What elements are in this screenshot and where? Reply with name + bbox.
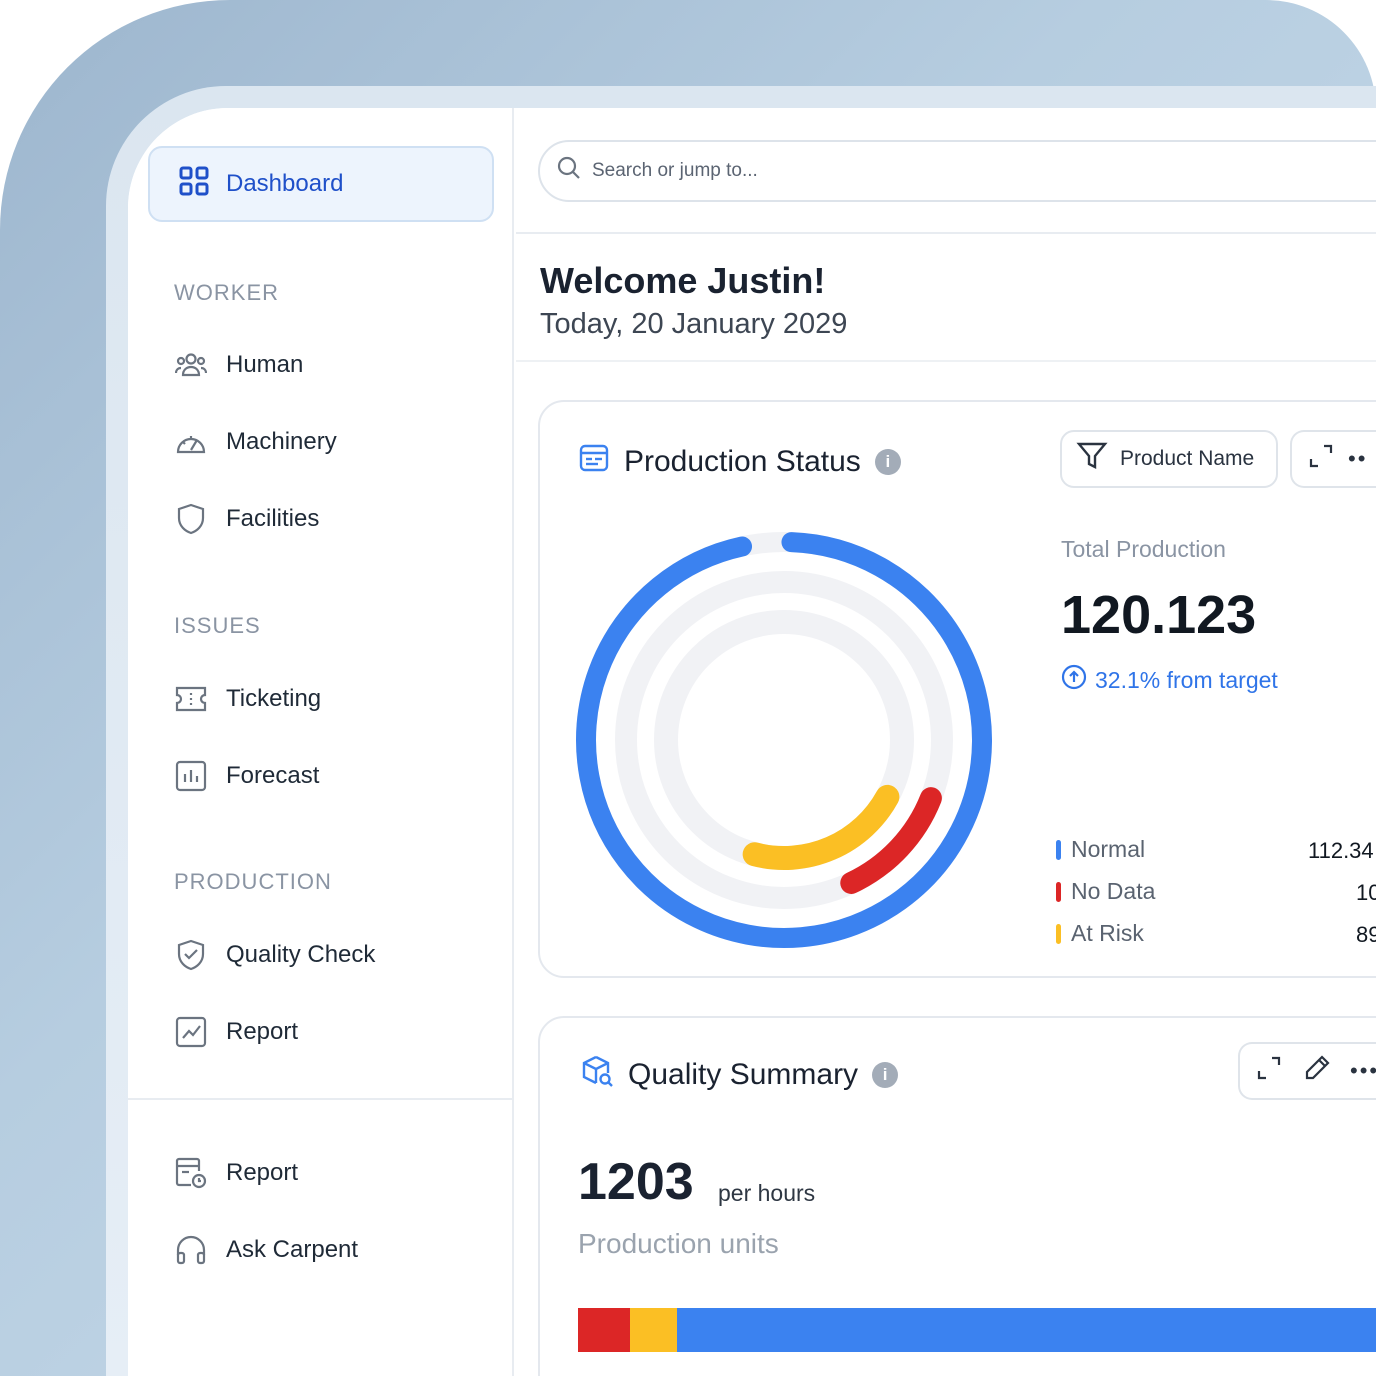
legend-value: 112.34 xyxy=(1308,838,1374,863)
sidebar-item-facilities[interactable]: Facilities xyxy=(174,502,319,536)
bar-segment-normal[interactable] xyxy=(676,1308,1376,1352)
shield-check-icon xyxy=(174,938,208,972)
quality-value: 1203 xyxy=(578,1153,694,1211)
sidebar-item-label: Quality Check xyxy=(226,941,376,968)
sidebar-item-forecast[interactable]: Forecast xyxy=(174,759,319,793)
sidebar-divider xyxy=(128,1098,514,1100)
legend-swatch xyxy=(1056,881,1061,902)
dashboard-label: Dashboard xyxy=(226,170,344,197)
ticket-icon xyxy=(174,682,208,716)
line-chart-icon xyxy=(174,1015,208,1049)
section-divider xyxy=(516,360,1376,362)
production-units-stacked-bar xyxy=(578,1308,1376,1352)
sidebar-footer-ask-carpent[interactable]: Ask Carpent xyxy=(174,1233,358,1267)
app-window: Dashboard WORKER Human Machinery Facilit… xyxy=(128,108,1376,1376)
sidebar-item-label: Ask Carpent xyxy=(226,1236,359,1263)
sidebar-item-human[interactable]: Human xyxy=(174,348,303,382)
ring-arc-at-risk[interactable] xyxy=(742,784,900,870)
legend-label: Normal xyxy=(1071,836,1146,862)
people-icon xyxy=(174,348,208,382)
sidebar-item-report[interactable]: Report xyxy=(174,1015,298,1049)
card-title: Production Status xyxy=(624,445,861,478)
card-header: Quality Summary i xyxy=(580,1054,899,1096)
quality-summary-card: Quality Summary i ••• 1203 per hours xyxy=(538,1016,1376,1376)
legend-label: No Data xyxy=(1071,878,1156,904)
legend-item-normal: Normal xyxy=(1056,836,1145,863)
legend-value: 89 xyxy=(1356,922,1376,947)
legend-item-no-data: No Data xyxy=(1056,878,1155,905)
trend-text: 32.1% from target xyxy=(1095,666,1278,693)
total-production-label: Total Production xyxy=(1061,536,1226,562)
quality-unit: per hours xyxy=(718,1180,816,1206)
filter-icon xyxy=(1076,441,1108,477)
card-actions: •• xyxy=(1290,430,1376,488)
expand-icon[interactable] xyxy=(1254,1053,1284,1089)
section-label-worker: WORKER xyxy=(174,280,279,305)
headphones-icon xyxy=(174,1233,208,1267)
expand-icon[interactable] xyxy=(1306,441,1336,477)
page-title: Welcome Justin! xyxy=(540,260,826,301)
report-clock-icon xyxy=(174,1156,208,1190)
info-icon[interactable]: i xyxy=(874,449,901,475)
sidebar-item-dashboard[interactable]: Dashboard xyxy=(148,146,494,222)
legend-swatch xyxy=(1056,923,1061,944)
ring-arc-normal[interactable] xyxy=(576,532,992,948)
sidebar-item-label: Report xyxy=(226,1159,299,1186)
dashboard-grid-icon xyxy=(178,165,210,204)
product-name-filter-button[interactable]: Product Name xyxy=(1060,430,1278,488)
sidebar-item-label: Report xyxy=(226,1018,299,1045)
card-header: Production Status i xyxy=(578,442,901,482)
box-search-icon xyxy=(580,1054,614,1096)
sidebar-footer-report[interactable]: Report xyxy=(174,1156,298,1190)
calendar-card-icon xyxy=(578,442,610,482)
header-divider xyxy=(516,232,1376,234)
card-actions: ••• xyxy=(1238,1042,1376,1100)
production-status-card: Production Status i Product Name •• Tota… xyxy=(538,400,1376,978)
card-title: Quality Summary xyxy=(628,1058,859,1091)
shield-icon xyxy=(174,502,208,536)
quality-label: Production units xyxy=(578,1228,779,1259)
section-label-issues: ISSUES xyxy=(174,613,261,638)
more-options-icon[interactable]: ••• xyxy=(1350,1058,1376,1084)
legend-value: 10 xyxy=(1356,880,1376,905)
trend-indicator: 32.1% from target xyxy=(1061,664,1278,696)
gauge-icon xyxy=(174,425,208,459)
main-content: Search or jump to... Welcome Justin! Tod… xyxy=(516,108,1376,1376)
search-input[interactable]: Search or jump to... xyxy=(592,160,758,182)
info-icon[interactable]: i xyxy=(872,1062,899,1088)
section-label-production: PRODUCTION xyxy=(174,869,332,894)
bar-chart-icon xyxy=(174,759,208,793)
sidebar-item-label: Facilities xyxy=(226,505,320,532)
search-bar[interactable]: Search or jump to... xyxy=(538,140,1376,202)
bar-segment-at-risk[interactable] xyxy=(629,1308,677,1352)
sidebar-item-quality-check[interactable]: Quality Check xyxy=(174,938,375,972)
legend-label: At Risk xyxy=(1071,920,1144,946)
sidebar-item-label: Human xyxy=(226,351,304,378)
legend-item-at-risk: At Risk xyxy=(1056,920,1144,947)
more-options-icon[interactable]: •• xyxy=(1348,446,1367,472)
legend-swatch xyxy=(1056,839,1061,860)
sidebar-item-machinery[interactable]: Machinery xyxy=(174,425,337,459)
total-production-value: 120.123 xyxy=(1061,585,1257,645)
arrow-up-circle-icon xyxy=(1061,664,1087,696)
page-subtitle-date: Today, 20 January 2029 xyxy=(540,308,848,340)
sidebar-item-label: Machinery xyxy=(226,428,337,455)
sidebar: Dashboard WORKER Human Machinery Facilit… xyxy=(128,108,514,1376)
edit-pencil-icon[interactable] xyxy=(1302,1053,1332,1089)
sidebar-item-label: Forecast xyxy=(226,762,320,789)
sidebar-item-label: Ticketing xyxy=(226,685,322,712)
filter-label: Product Name xyxy=(1120,447,1255,470)
search-icon xyxy=(556,155,582,187)
production-status-donut-chart xyxy=(576,532,992,948)
sidebar-item-ticketing[interactable]: Ticketing xyxy=(174,682,321,716)
bar-segment-no-data[interactable] xyxy=(578,1308,630,1352)
